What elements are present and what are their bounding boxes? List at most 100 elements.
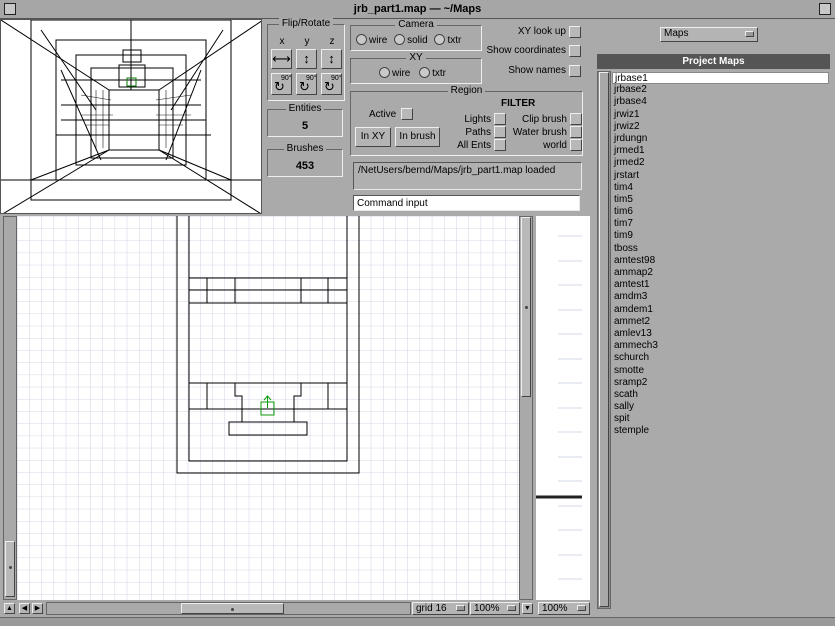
filter-lights-toggle[interactable]: [494, 113, 506, 125]
z-view[interactable]: [536, 216, 590, 600]
show-coordinates-toggle[interactable]: [569, 45, 581, 57]
camera-txtr-option[interactable]: txtr: [434, 34, 462, 46]
filter-world-toggle[interactable]: [570, 139, 582, 151]
project-map-item[interactable]: tim6: [612, 206, 829, 218]
project-map-item[interactable]: tboss: [612, 243, 829, 255]
project-map-item[interactable]: jrdungn: [612, 133, 829, 145]
scroll-left-button[interactable]: ◀: [19, 603, 30, 614]
rotate-icon: ↻: [299, 79, 310, 94]
project-map-item[interactable]: tim7: [612, 218, 829, 230]
flip-x-button[interactable]: ⟷: [271, 49, 292, 69]
project-map-item[interactable]: jrwiz1: [612, 109, 829, 121]
scroll-down-button[interactable]: ▼: [522, 603, 533, 614]
filter-clip-brush-label: Clip brush: [521, 114, 567, 125]
region-group: Region Active In XY In brush FILTER Ligh…: [350, 85, 583, 156]
project-map-item[interactable]: sally: [612, 401, 829, 413]
filter-all-ents-toggle[interactable]: [494, 139, 506, 151]
project-map-item[interactable]: ammet2: [612, 316, 829, 328]
scroll-knob-icon: [231, 608, 234, 611]
filter-water-brush-toggle[interactable]: [570, 126, 582, 138]
project-map-item[interactable]: amtest98: [612, 255, 829, 267]
region-in-xy-button[interactable]: In XY: [355, 127, 391, 147]
xy-zoom-popup[interactable]: 100%: [470, 602, 520, 615]
radio-icon: [419, 67, 431, 78]
xy-grid-view[interactable]: [17, 216, 519, 600]
project-map-item[interactable]: amdem1: [612, 304, 829, 316]
project-map-item[interactable]: amdm3: [612, 291, 829, 303]
project-map-item[interactable]: ammech3: [612, 340, 829, 352]
project-map-item[interactable]: jrbase1: [612, 72, 829, 85]
rotate-z-button[interactable]: 90° ↻: [321, 73, 342, 95]
project-map-item[interactable]: jrmed2: [612, 157, 829, 169]
rotate-y-button[interactable]: 90° ↻: [296, 73, 317, 95]
filter-paths-toggle[interactable]: [494, 126, 506, 138]
popup-indicator-icon: [745, 31, 754, 37]
rotate-x-button[interactable]: 90° ↻: [271, 73, 292, 95]
camera-txtr-label: txtr: [447, 35, 462, 46]
project-map-item[interactable]: tim4: [612, 182, 829, 194]
scroll-up-button[interactable]: ▲: [4, 603, 15, 614]
xy-wire-label: wire: [392, 68, 411, 79]
camera-solid-option[interactable]: solid: [394, 34, 428, 46]
project-map-item[interactable]: jrbase2: [612, 84, 829, 96]
filter-clip-brush-toggle[interactable]: [570, 113, 582, 125]
z-zoom-popup[interactable]: 100%: [538, 602, 590, 615]
z-zoom-label: 100%: [542, 603, 568, 614]
project-map-item[interactable]: tim5: [612, 194, 829, 206]
flip-y-button[interactable]: ↕: [296, 49, 317, 69]
double-arrow-vertical-icon: ↕: [303, 51, 310, 66]
window-resize-bar[interactable]: [0, 617, 835, 626]
project-map-item[interactable]: jrmed1: [612, 145, 829, 157]
camera-wire-option[interactable]: wire: [356, 34, 387, 46]
flip-y-label: y: [304, 36, 310, 47]
xy-txtr-option[interactable]: txtr: [419, 67, 446, 79]
arrow-down-icon: ▼: [524, 605, 531, 612]
camera-group: Camera wire solid txtr: [350, 19, 482, 51]
xy-right-scrollbar[interactable]: [519, 216, 533, 600]
project-map-item[interactable]: tim9: [612, 230, 829, 242]
project-maps-scrollbar[interactable]: [597, 71, 611, 609]
brushes-label: Brushes: [283, 143, 327, 154]
z-view-canvas: [536, 235, 582, 580]
filter-lights-label: Lights: [464, 114, 491, 125]
flip-z-label: z: [329, 36, 335, 47]
xy-horizontal-scrollbar[interactable]: [46, 602, 411, 615]
project-map-item[interactable]: amlev13: [612, 328, 829, 340]
xy-right-scroll-thumb[interactable]: [521, 217, 531, 397]
project-map-item[interactable]: jrwiz2: [612, 121, 829, 133]
project-map-item[interactable]: spit: [612, 413, 829, 425]
radio-icon: [379, 67, 390, 78]
command-input[interactable]: [353, 195, 580, 211]
project-map-item[interactable]: scath: [612, 389, 829, 401]
show-names-toggle[interactable]: [569, 65, 581, 77]
project-map-item[interactable]: amtest1: [612, 279, 829, 291]
project-map-item[interactable]: ammap2: [612, 267, 829, 279]
xy-vertical-scroll-thumb[interactable]: [5, 541, 15, 597]
project-map-item[interactable]: jrstart: [612, 170, 829, 182]
maps-popup[interactable]: Maps: [660, 27, 758, 42]
flip-z-button[interactable]: ↕: [321, 49, 342, 69]
xy-wire-option[interactable]: wire: [379, 67, 411, 79]
xy-mode-options: wire txtr: [379, 67, 446, 79]
project-map-item[interactable]: smotte: [612, 365, 829, 377]
window-title: jrb_part1.map — ~/Maps: [353, 3, 482, 15]
close-window-button[interactable]: [4, 3, 16, 15]
popup-indicator-icon: [507, 605, 516, 611]
region-in-brush-button[interactable]: In brush: [395, 127, 440, 147]
project-map-item[interactable]: stemple: [612, 425, 829, 437]
project-map-item[interactable]: jrbase4: [612, 96, 829, 108]
xy-horizontal-scroll-thumb[interactable]: [181, 603, 284, 614]
project-map-item[interactable]: sramp2: [612, 377, 829, 389]
project-map-item[interactable]: schurch: [612, 352, 829, 364]
xy-look-up-toggle[interactable]: [569, 26, 581, 38]
filter-paths-label: Paths: [465, 127, 491, 138]
region-active-toggle[interactable]: [401, 108, 413, 120]
miniaturize-button[interactable]: [819, 3, 831, 15]
camera-3d-view[interactable]: [0, 19, 262, 214]
xy-vertical-scrollbar[interactable]: [3, 216, 17, 600]
scroll-right-button[interactable]: ▶: [32, 603, 43, 614]
arrow-right-icon: ▶: [34, 605, 41, 612]
project-maps-scroll-thumb[interactable]: [599, 72, 609, 607]
xy-look-up-label: XY look up: [517, 26, 566, 37]
grid-size-popup[interactable]: grid 16: [412, 602, 469, 615]
